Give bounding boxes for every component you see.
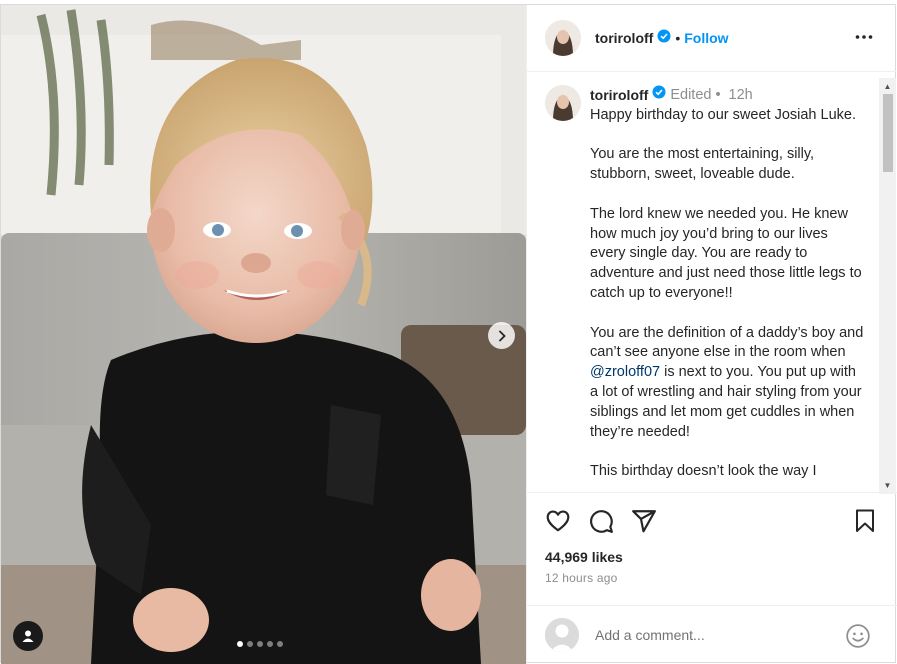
comment-input[interactable] — [595, 627, 835, 643]
verified-badge-icon — [652, 85, 666, 106]
post-dialog: toriroloff • Follow toriroloff Edited • … — [0, 4, 897, 664]
toddler-photo-image — [1, 5, 526, 664]
heart-icon[interactable] — [545, 508, 571, 539]
post-header: toriroloff • Follow — [527, 5, 896, 72]
caption-paragraph: You are the most entertaining, silly, st… — [590, 146, 815, 183]
mention-link[interactable]: @zroloff07 — [590, 364, 660, 380]
carousel-indicator — [237, 641, 283, 647]
caption-author-avatar[interactable] — [545, 85, 581, 121]
verified-badge-icon — [657, 29, 671, 48]
author-avatar[interactable] — [545, 20, 581, 56]
post-sidebar: toriroloff • Follow toriroloff Edited • … — [526, 5, 897, 664]
avatar-image — [545, 85, 581, 121]
scrollbar-thumb[interactable] — [883, 94, 893, 172]
bookmark-icon[interactable] — [853, 508, 877, 539]
carousel-dot — [267, 641, 273, 647]
post-photo[interactable] — [1, 5, 526, 664]
carousel-next-button[interactable] — [488, 322, 515, 349]
likes-count[interactable]: 44,969 likes — [545, 549, 623, 565]
add-comment-bar — [527, 605, 897, 664]
more-options-icon[interactable] — [854, 27, 874, 52]
caption-age[interactable]: 12h — [729, 86, 753, 106]
user-tag-icon — [22, 630, 34, 642]
caption-header: toriroloff Edited • 12h — [590, 85, 865, 106]
tagged-users-button[interactable] — [13, 621, 43, 651]
carousel-dot — [257, 641, 263, 647]
edited-label: Edited — [670, 86, 712, 103]
comment-icon[interactable] — [588, 508, 614, 539]
post-timestamp[interactable]: 12 hours ago — [545, 571, 617, 585]
carousel-dot — [237, 641, 243, 647]
caption-paragraph: Happy birthday to our sweet Josiah Luke. — [590, 106, 856, 123]
comments-scrollbar[interactable]: ▲ ▼ — [879, 78, 896, 494]
header-separator: • — [675, 30, 681, 46]
scroll-up-arrow-icon[interactable]: ▲ — [879, 78, 896, 95]
author-username[interactable]: toriroloff — [595, 30, 653, 46]
caption-text: Happy birthday to our sweet Josiah Luke.… — [590, 106, 865, 482]
caption-separator: • — [715, 86, 721, 103]
caption-paragraph: The lord knew we needed you. He knew how… — [590, 205, 862, 301]
default-avatar-icon — [545, 618, 579, 652]
carousel-dot — [247, 641, 253, 647]
post-actions: 44,969 likes 12 hours ago — [527, 492, 897, 605]
emoji-icon[interactable] — [845, 623, 871, 654]
share-icon[interactable] — [631, 508, 657, 539]
chevron-right-icon — [498, 330, 506, 341]
follow-button[interactable]: Follow — [684, 30, 728, 46]
post-caption: toriroloff Edited • 12h Happy birthday t… — [527, 72, 897, 492]
caption-paragraph: This birthday doesn’t look the way I — [590, 463, 817, 480]
caption-username[interactable]: toriroloff — [590, 86, 648, 106]
avatar-image — [545, 20, 581, 56]
caption-paragraph: You are the definition of a daddy’s boy … — [590, 324, 865, 443]
current-user-avatar — [545, 618, 579, 652]
comments-scroll-area[interactable]: toriroloff Edited • 12h Happy birthday t… — [527, 72, 897, 492]
caption-text-segment: You are the definition of a daddy’s boy … — [590, 324, 864, 361]
carousel-dot — [277, 641, 283, 647]
